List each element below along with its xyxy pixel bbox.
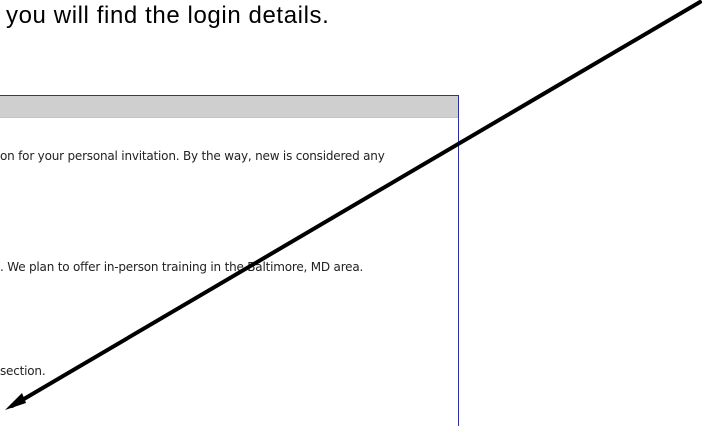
panel-text-line: section. (0, 364, 46, 378)
webpage-panel: on for your personal invitation. By the … (0, 95, 459, 426)
panel-text-line: on for your personal invitation. By the … (0, 149, 385, 163)
slide-caption: you will find the login details. (6, 2, 330, 29)
panel-text-line: . We plan to offer in-person training in… (0, 260, 364, 274)
panel-header-bar (0, 96, 458, 118)
